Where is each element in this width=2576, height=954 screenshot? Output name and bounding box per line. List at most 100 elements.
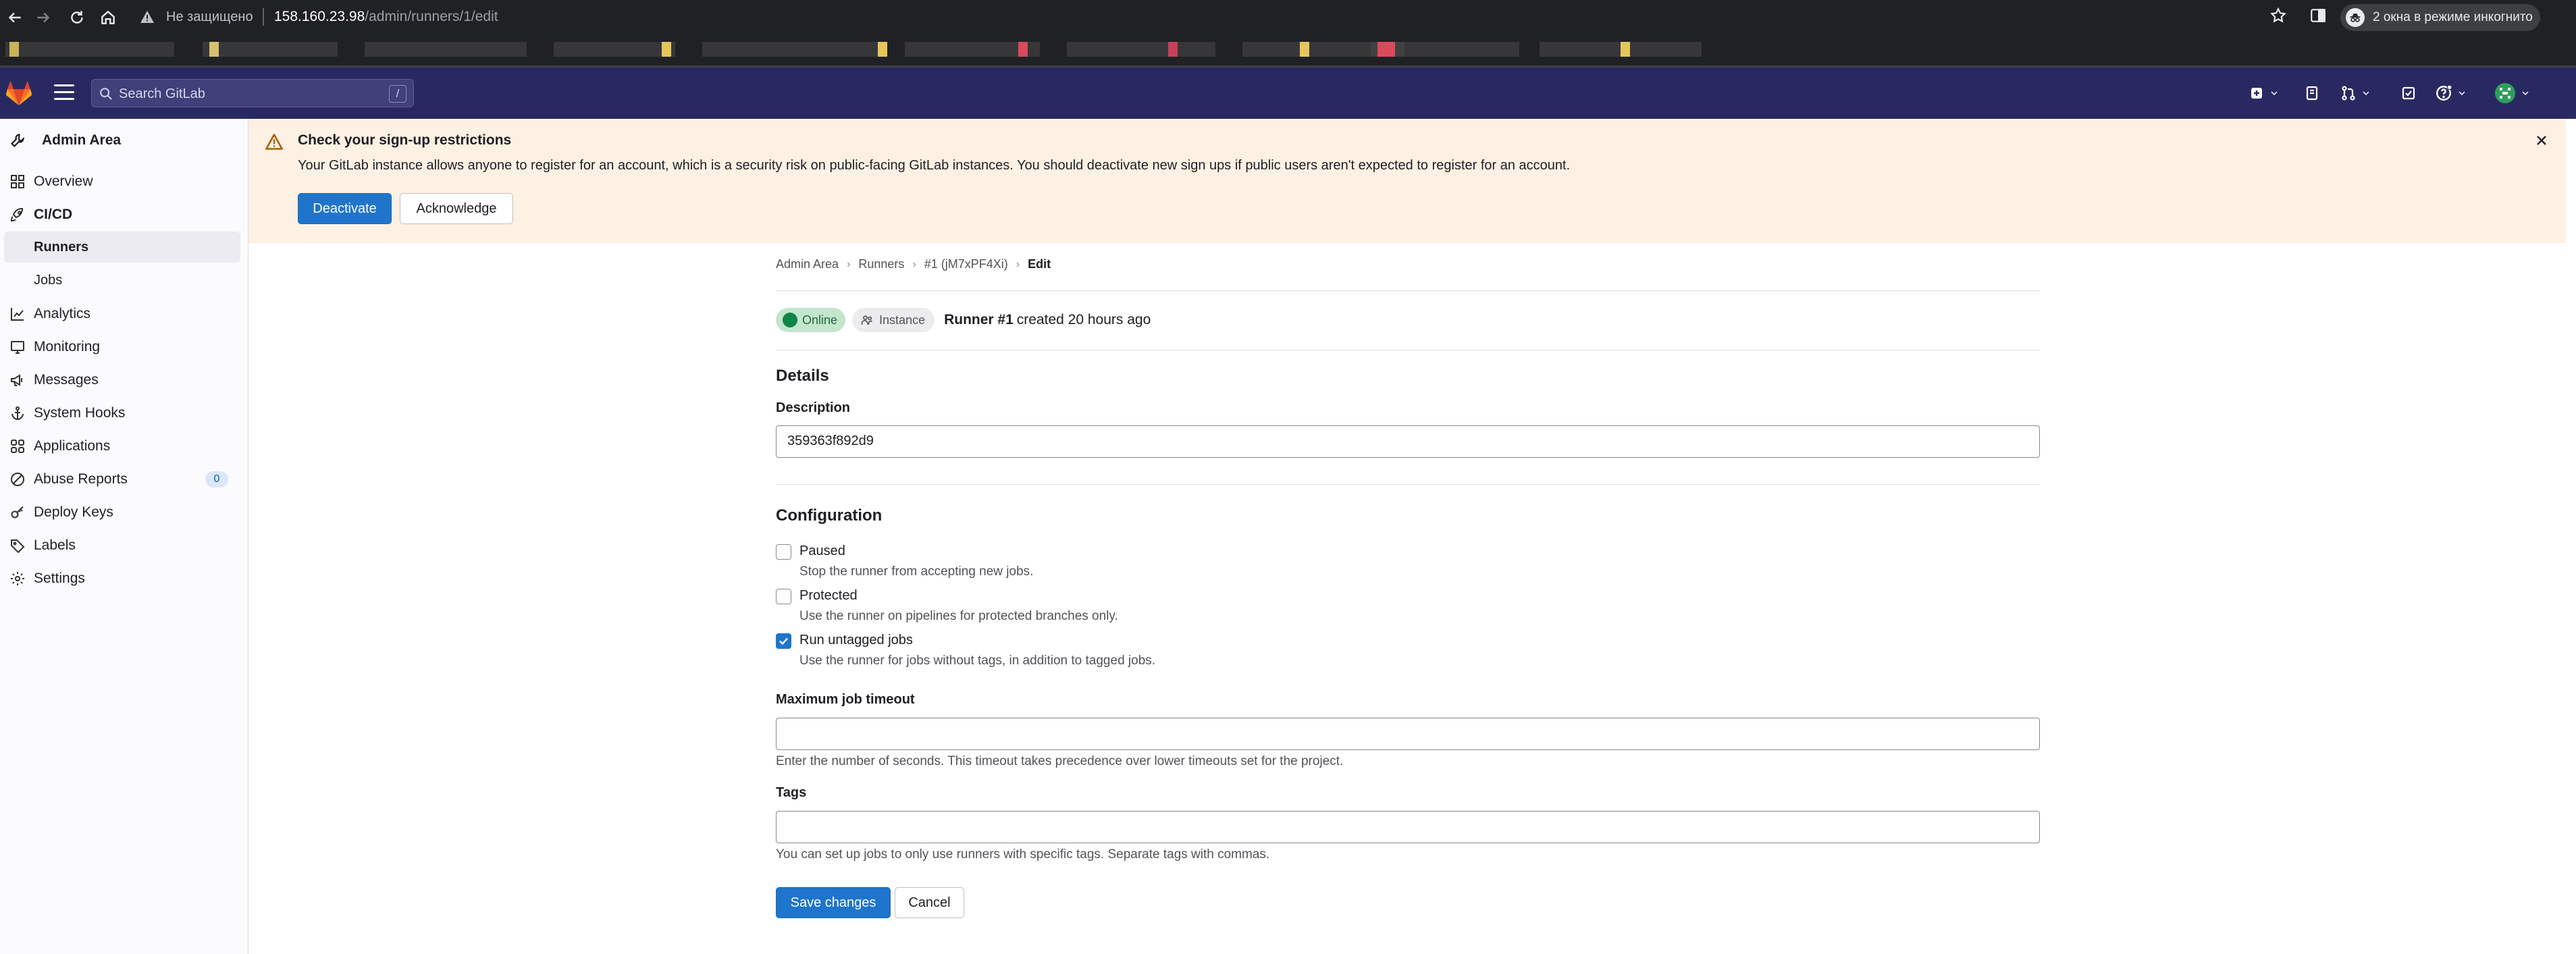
gitlab-logo-icon[interactable] bbox=[5, 81, 32, 107]
close-icon[interactable] bbox=[2533, 132, 2552, 151]
reload-icon[interactable] bbox=[65, 5, 89, 30]
acknowledge-button[interactable]: Acknowledge bbox=[400, 193, 513, 224]
sidebar-item-system-hooks[interactable]: System Hooks bbox=[0, 398, 240, 429]
warning-icon bbox=[265, 132, 284, 155]
bookmark-item[interactable] bbox=[365, 42, 527, 57]
address-bar[interactable]: Не защищено 158.160.23.98/admin/runners/… bbox=[132, 5, 2350, 30]
bookmark-item[interactable] bbox=[1067, 42, 1215, 57]
sidebar-item-cicd[interactable]: CI/CD bbox=[0, 199, 240, 230]
option-help: Stop the runner from accepting new jobs. bbox=[799, 564, 1034, 579]
help-dropdown[interactable] bbox=[2435, 82, 2467, 104]
menu-hamburger-icon[interactable] bbox=[54, 84, 74, 102]
save-changes-button[interactable]: Save changes bbox=[776, 887, 891, 918]
sidebar-item-abuse-reports[interactable]: Abuse Reports 0 bbox=[0, 464, 240, 495]
key-icon bbox=[0, 504, 34, 521]
count-badge: 0 bbox=[205, 471, 228, 487]
sidebar-item-labels[interactable]: Labels bbox=[0, 530, 240, 561]
todos-button[interactable] bbox=[2400, 82, 2417, 104]
chevron-down-icon bbox=[2363, 91, 2369, 96]
breadcrumb-admin-area[interactable]: Admin Area bbox=[776, 257, 839, 271]
not-secure-label: Не защищено bbox=[166, 9, 253, 24]
admin-sidebar: Admin Area Overview CI/CD Runners Jobs A… bbox=[0, 119, 248, 954]
search-shortcut-key: / bbox=[389, 85, 406, 103]
description-label: Description bbox=[776, 400, 851, 415]
details-heading: Details bbox=[776, 367, 829, 385]
bookmark-favicon bbox=[1300, 42, 1309, 57]
bookmark-favicon bbox=[662, 42, 671, 57]
bookmark-item[interactable] bbox=[203, 42, 338, 57]
check-icon bbox=[779, 637, 788, 645]
home-icon[interactable] bbox=[96, 5, 120, 30]
signup-restrictions-alert: Check your sign-up restrictions Your Git… bbox=[248, 119, 2566, 243]
protected-checkbox[interactable] bbox=[776, 589, 791, 604]
user-avatar-dropdown[interactable] bbox=[2494, 82, 2531, 104]
incognito-label: 2 окна в режиме инкогнито bbox=[2373, 10, 2533, 24]
gear-icon bbox=[0, 571, 34, 587]
paused-checkbox[interactable] bbox=[776, 544, 791, 560]
sidebar-title: Admin Area bbox=[42, 132, 122, 148]
timeout-input[interactable] bbox=[776, 718, 2040, 750]
back-arrow-icon[interactable] bbox=[3, 5, 27, 30]
status-badge: Online bbox=[776, 308, 846, 332]
runner-type-badge: Instance bbox=[852, 308, 935, 332]
sidebar-item-label: System Hooks bbox=[34, 405, 126, 421]
run-untagged-checkbox[interactable] bbox=[776, 633, 791, 649]
anchor-icon bbox=[0, 405, 34, 421]
sidebar-item-analytics[interactable]: Analytics bbox=[0, 298, 240, 329]
plus-square-icon bbox=[2251, 88, 2262, 99]
side-panel-icon[interactable] bbox=[2309, 7, 2327, 28]
sidebar-item-runners[interactable]: Runners bbox=[4, 232, 240, 263]
sidebar-item-applications[interactable]: Applications bbox=[0, 431, 240, 462]
bookmark-favicon bbox=[1621, 42, 1630, 57]
sidebar-header[interactable]: Admin Area bbox=[0, 126, 248, 154]
admin-wrench-icon bbox=[9, 132, 26, 152]
issues-button[interactable] bbox=[2304, 82, 2320, 104]
tags-help: You can set up jobs to only use runners … bbox=[776, 847, 1270, 862]
sidebar-item-label: Monitoring bbox=[34, 339, 101, 354]
timeout-help: Enter the number of seconds. This timeou… bbox=[776, 754, 1344, 768]
todo-checkbox-icon bbox=[2402, 86, 2415, 100]
sidebar-item-overview[interactable]: Overview bbox=[0, 166, 240, 197]
gitlab-top-navbar: Search GitLab / bbox=[0, 68, 2576, 119]
bookmark-item[interactable] bbox=[5, 42, 174, 57]
alert-body: Your GitLab instance allows anyone to re… bbox=[298, 158, 1571, 173]
sidebar-item-settings[interactable]: Settings bbox=[0, 563, 240, 594]
monitor-icon bbox=[0, 339, 34, 355]
sidebar-item-deploy-keys[interactable]: Deploy Keys bbox=[0, 497, 240, 528]
option-help: Use the runner on pipelines for protecte… bbox=[799, 609, 1118, 623]
bookmark-item[interactable] bbox=[702, 42, 878, 57]
breadcrumb-runner[interactable]: #1 (jM7xPF4Xi) bbox=[924, 257, 1008, 271]
cancel-circle-icon bbox=[0, 471, 34, 487]
bookmark-star-icon[interactable] bbox=[2269, 7, 2287, 28]
users-icon bbox=[861, 315, 872, 325]
megaphone-icon bbox=[0, 372, 34, 388]
sidebar-item-label: Deploy Keys bbox=[34, 504, 113, 520]
breadcrumb-runners[interactable]: Runners bbox=[858, 257, 904, 271]
forward-arrow-icon[interactable] bbox=[31, 5, 55, 30]
sidebar-item-monitoring[interactable]: Monitoring bbox=[0, 332, 240, 363]
sidebar-item-label: Settings bbox=[34, 571, 85, 586]
tags-input[interactable] bbox=[776, 811, 2040, 843]
bookmark-item[interactable] bbox=[554, 42, 675, 57]
avatar bbox=[2495, 83, 2515, 103]
option-label: Run untagged jobs bbox=[799, 633, 913, 647]
create-new-dropdown[interactable] bbox=[2249, 82, 2280, 104]
sidebar-item-messages[interactable]: Messages bbox=[0, 365, 240, 396]
runner-name: Runner #1 bbox=[944, 312, 1014, 327]
sidebar-item-jobs[interactable]: Jobs bbox=[0, 265, 240, 296]
runner-created: created 20 hours ago bbox=[1016, 312, 1151, 327]
sidebar-item-label: Messages bbox=[34, 372, 99, 388]
timeout-label: Maximum job timeout bbox=[776, 692, 915, 707]
deactivate-button[interactable]: Deactivate bbox=[298, 193, 392, 224]
search-placeholder: Search GitLab bbox=[119, 86, 205, 101]
bookmarks-bar bbox=[0, 35, 2576, 65]
tags-label: Tags bbox=[776, 785, 807, 800]
search-input[interactable]: Search GitLab / bbox=[91, 79, 414, 107]
cancel-button[interactable]: Cancel bbox=[895, 887, 964, 918]
incognito-indicator[interactable]: 2 окна в режиме инкогнито bbox=[2340, 4, 2540, 31]
merge-requests-dropdown[interactable] bbox=[2340, 82, 2371, 104]
chart-icon bbox=[0, 306, 34, 322]
description-input[interactable]: 359363f892d9 bbox=[776, 425, 2040, 458]
overview-grid-icon bbox=[0, 174, 34, 190]
url-separator bbox=[263, 8, 264, 26]
